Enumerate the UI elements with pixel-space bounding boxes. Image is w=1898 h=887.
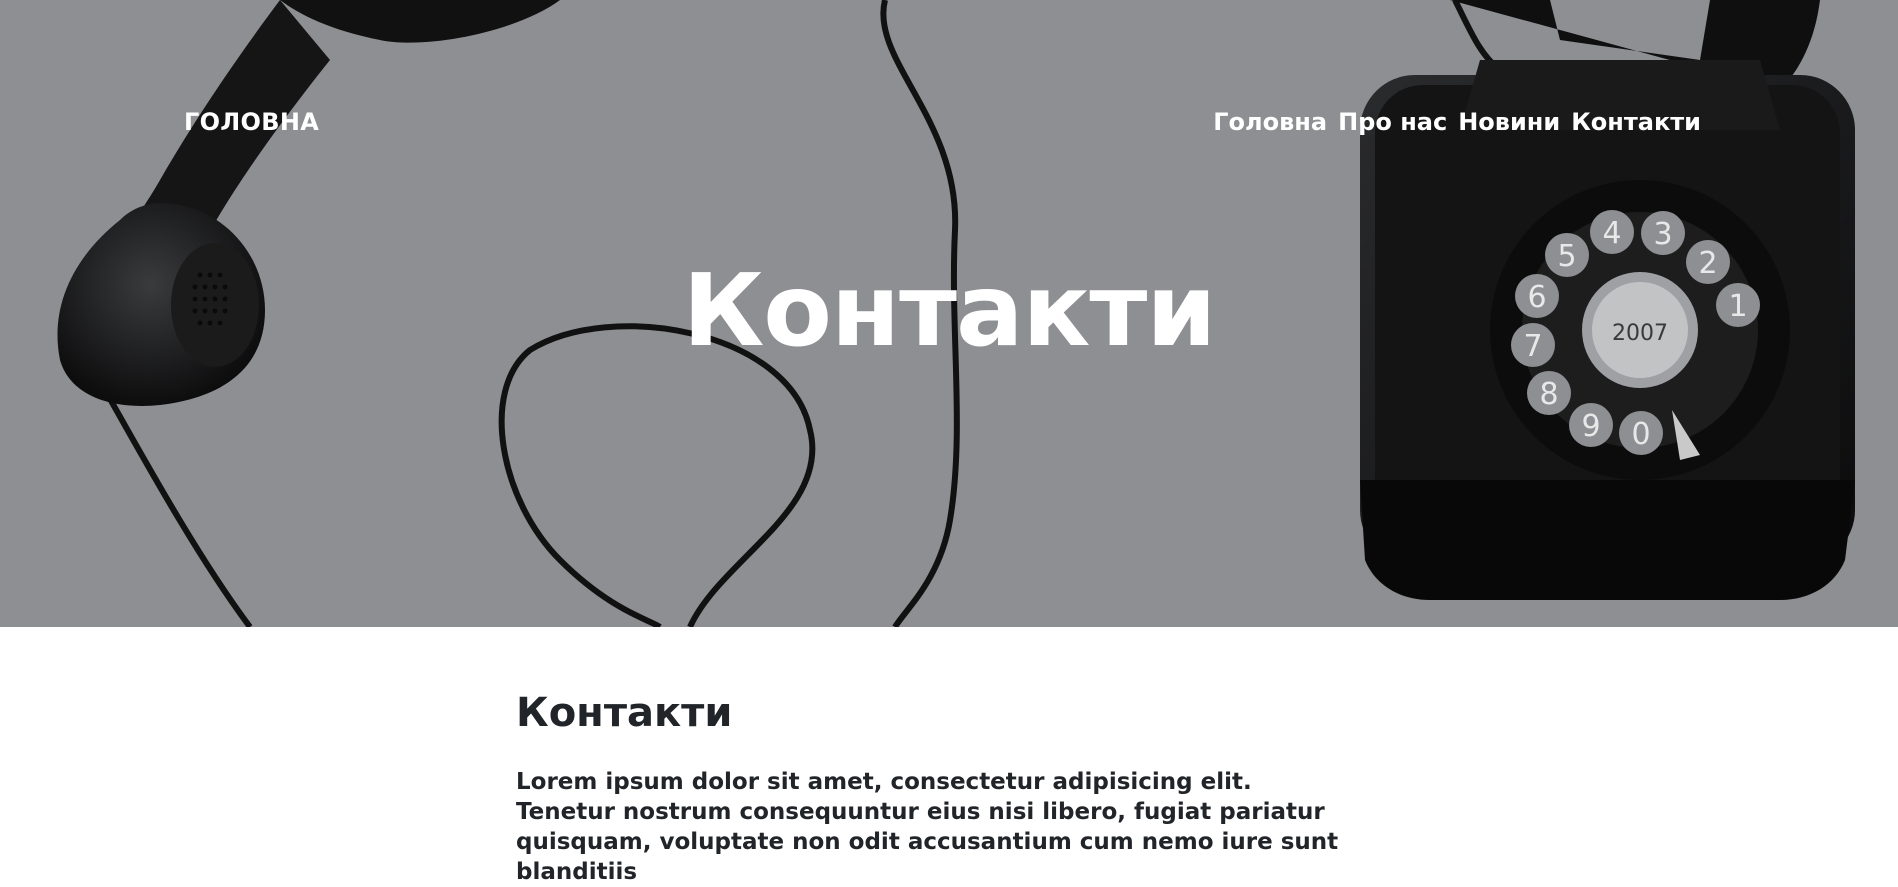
svg-text:0: 0 bbox=[1631, 417, 1650, 452]
site-navigation: ГОЛОВНА Головна Про нас Новини Контакти bbox=[184, 108, 1701, 136]
section-heading: Контакти bbox=[516, 690, 733, 736]
hero-section: 2007 1 2 3 4 5 6 7 8 9 0 ГОЛОВНА Головна… bbox=[0, 0, 1898, 627]
svg-text:4: 4 bbox=[1602, 216, 1621, 251]
nav-link-news[interactable]: Новини bbox=[1458, 108, 1560, 136]
brand-home-link[interactable]: ГОЛОВНА bbox=[184, 108, 319, 136]
svg-text:9: 9 bbox=[1581, 409, 1600, 444]
svg-text:3: 3 bbox=[1653, 217, 1672, 252]
nav-links: Головна Про нас Новини Контакти bbox=[1213, 108, 1701, 136]
hero-title-text: Контакти bbox=[682, 252, 1217, 369]
hero-title: Контакти bbox=[0, 251, 1898, 371]
nav-link-contacts[interactable]: Контакти bbox=[1571, 108, 1701, 136]
main-content: Контакти Lorem ipsum dolor sit amet, con… bbox=[0, 627, 1898, 885]
svg-text:8: 8 bbox=[1539, 377, 1558, 412]
nav-link-home[interactable]: Головна bbox=[1213, 108, 1327, 136]
section-paragraph: Lorem ipsum dolor sit amet, consectetur … bbox=[516, 769, 1339, 885]
nav-link-about[interactable]: Про нас bbox=[1338, 108, 1447, 136]
content-container: Контакти Lorem ipsum dolor sit amet, con… bbox=[516, 687, 1376, 887]
